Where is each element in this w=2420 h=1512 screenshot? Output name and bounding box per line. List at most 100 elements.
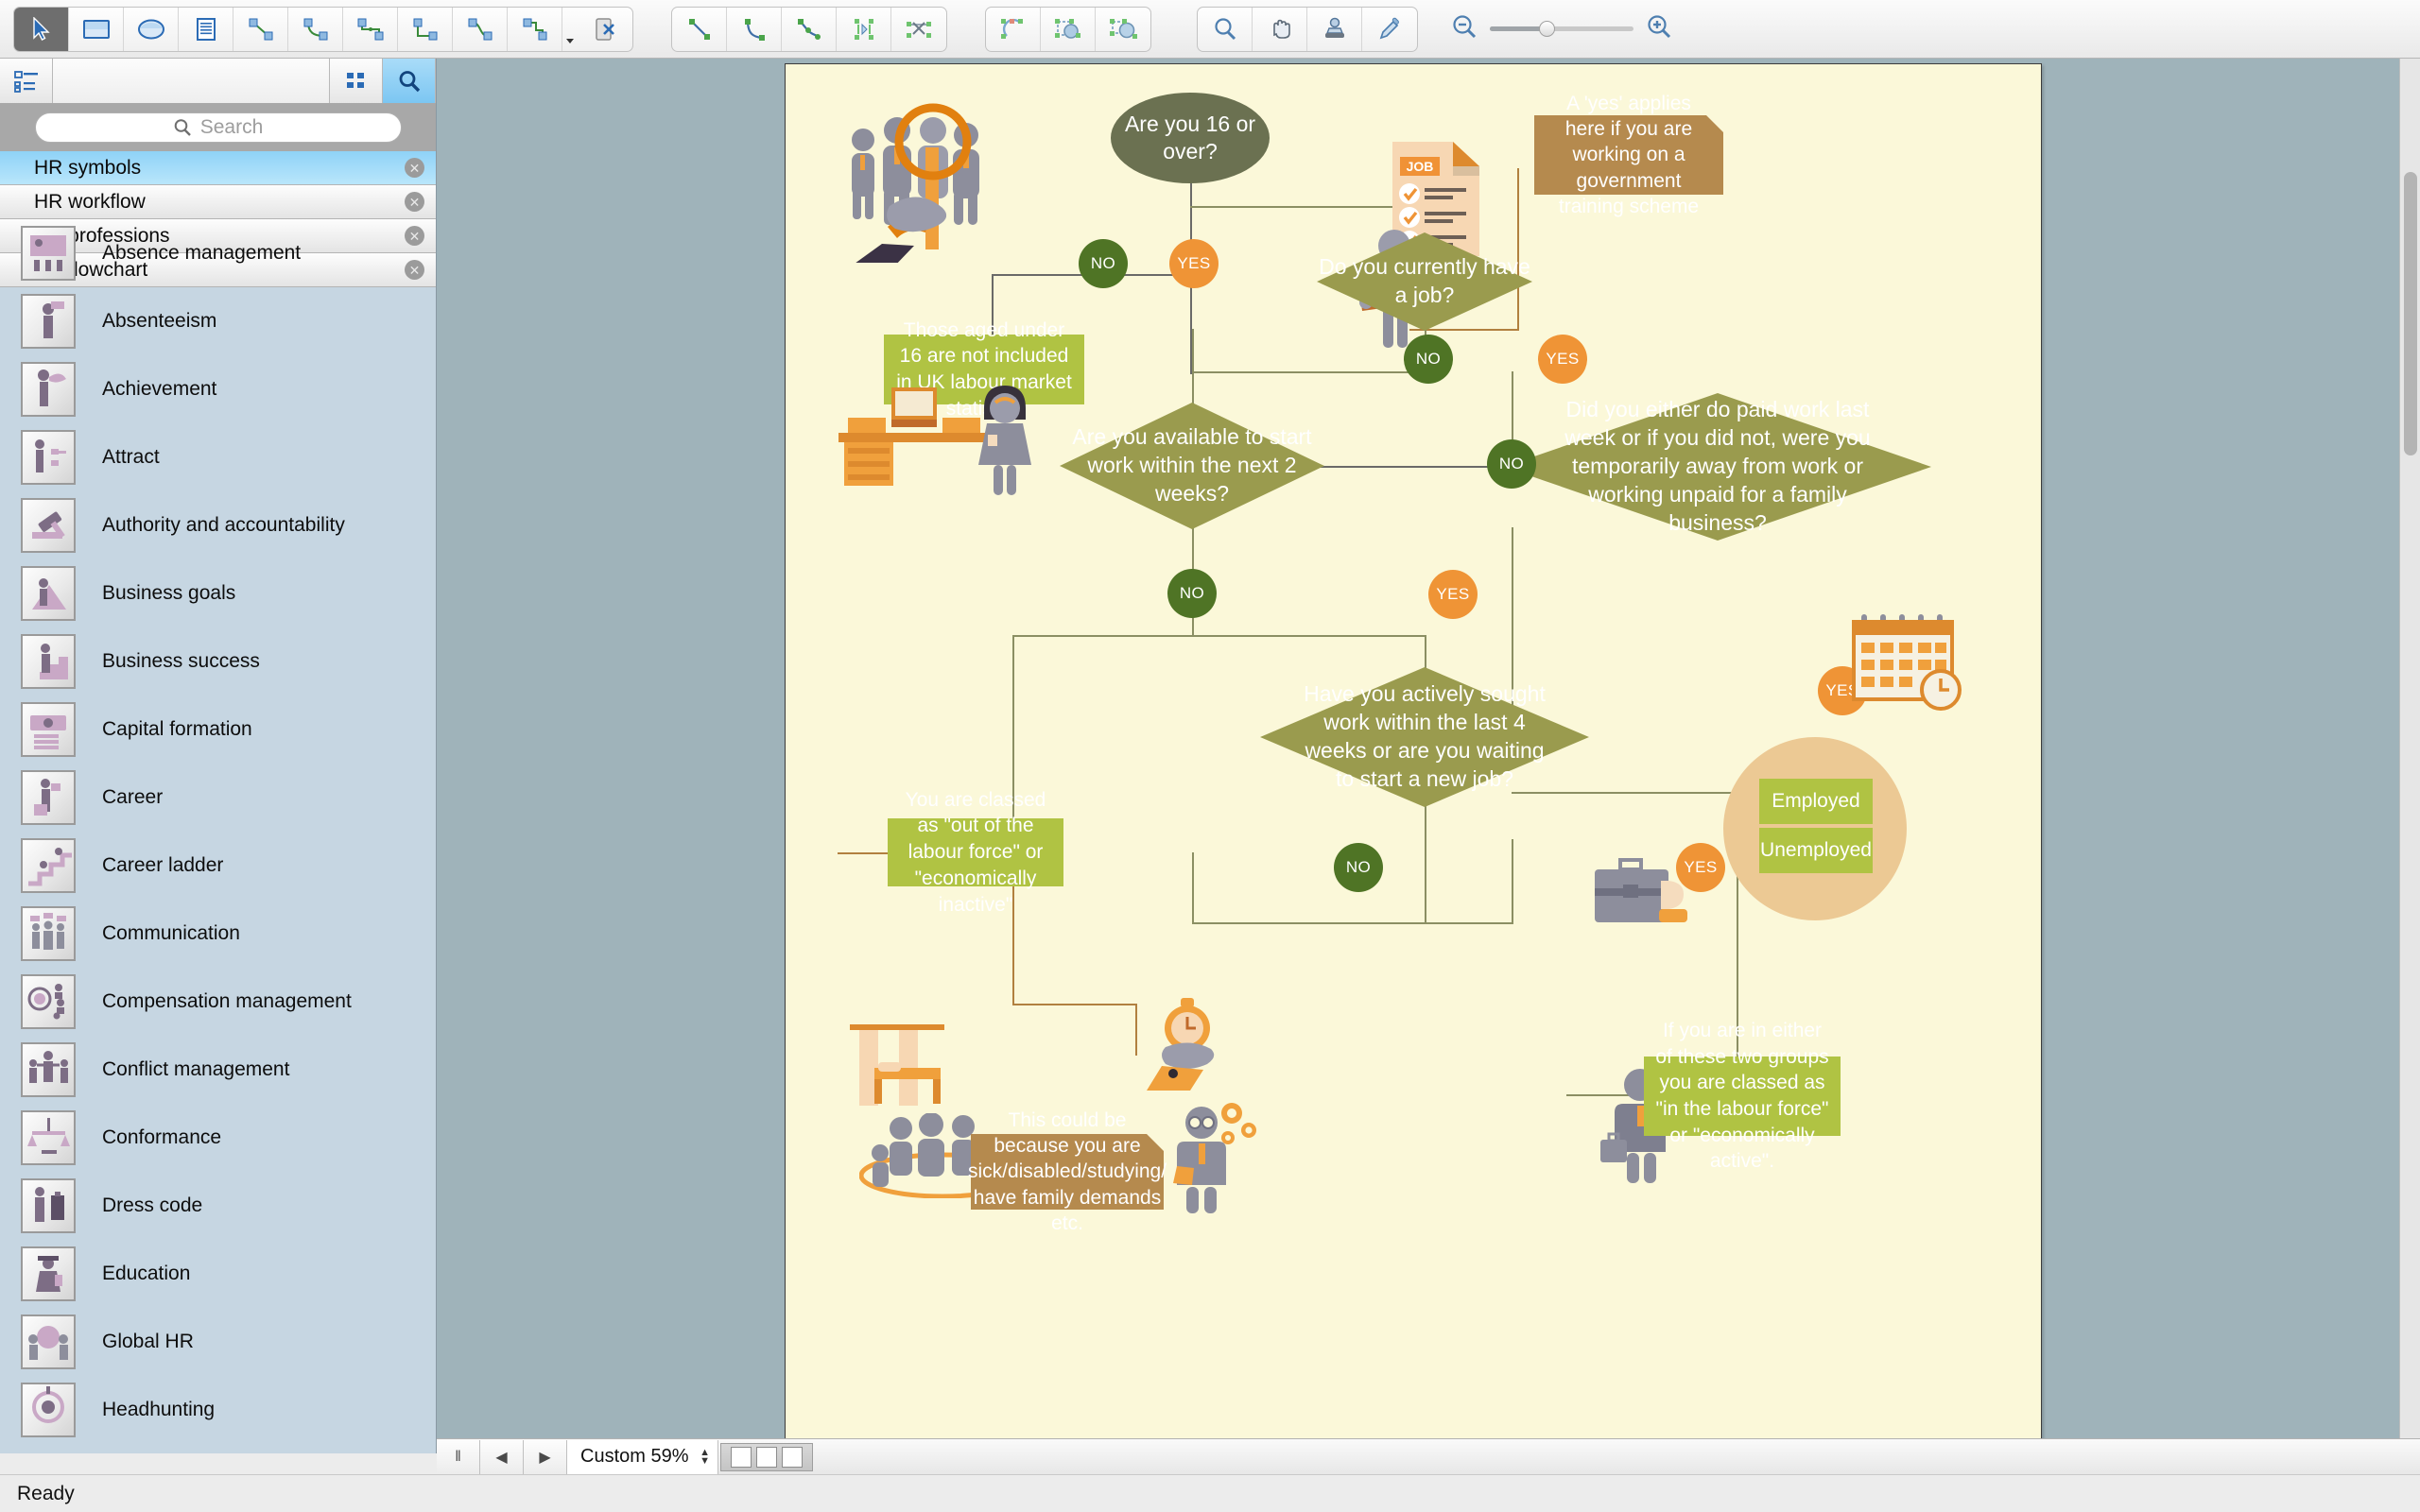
- arc-button[interactable]: [727, 7, 782, 51]
- education-icon[interactable]: [21, 1246, 76, 1301]
- grid-view-icon[interactable]: [330, 59, 383, 103]
- conformance-icon[interactable]: [21, 1110, 76, 1165]
- ellipse-tool-button[interactable]: [124, 7, 179, 51]
- decision-available-2-weeks[interactable]: Are you available to start work within t…: [1060, 403, 1324, 529]
- right-angle-connector-button[interactable]: [398, 7, 453, 51]
- stencil-item[interactable]: Education: [0, 1240, 436, 1308]
- result-employed[interactable]: Employed: [1759, 779, 1873, 824]
- next-page-button[interactable]: ▶: [524, 1439, 567, 1474]
- canvas-area[interactable]: Are you 16 or over? NO YES JOB A 'yes' a…: [437, 59, 2420, 1453]
- rectangle-tool-button[interactable]: [69, 7, 124, 51]
- view-mode-3[interactable]: [782, 1446, 803, 1468]
- dress-code-icon[interactable]: [21, 1178, 76, 1233]
- business-goals-icon[interactable]: [21, 566, 76, 621]
- stencil-item[interactable]: Dress code: [0, 1172, 436, 1240]
- stencil-item[interactable]: Business goals: [0, 559, 436, 627]
- pause-button[interactable]: ‖: [437, 1439, 480, 1474]
- diagram-page[interactable]: Are you 16 or over? NO YES JOB A 'yes' a…: [785, 63, 2042, 1452]
- result-unemployed[interactable]: Unemployed: [1759, 828, 1873, 873]
- zoom-level-stepper[interactable]: Custom 59% ▲ ▼: [567, 1439, 718, 1474]
- stencil-item-label: Conformance: [102, 1126, 222, 1148]
- eyedropper-icon[interactable]: [1362, 8, 1417, 51]
- business-success-icon[interactable]: [21, 634, 76, 689]
- authority-icon[interactable]: [21, 498, 76, 553]
- bezier-connector-button[interactable]: [453, 7, 508, 51]
- decision-have-a-job[interactable]: Do you currently have a job?: [1317, 232, 1532, 331]
- absenteeism-icon[interactable]: [21, 294, 76, 349]
- search-view-icon[interactable]: [383, 59, 436, 103]
- tree-connector-button[interactable]: [343, 7, 398, 51]
- capital-formation-icon[interactable]: [21, 702, 76, 757]
- stamp-icon[interactable]: [1307, 7, 1362, 51]
- note-could-be-because[interactable]: This could be because you are sick/disab…: [968, 1109, 1167, 1234]
- zigzag-connector-button[interactable]: [508, 7, 562, 51]
- union-button[interactable]: [986, 7, 1041, 51]
- zoom-slider[interactable]: [1490, 21, 1634, 37]
- intersect-button[interactable]: [1096, 8, 1150, 51]
- decision-paid-work-last-week[interactable]: Did you either do paid work last week or…: [1504, 393, 1931, 541]
- zoom-in-icon[interactable]: [1645, 12, 1673, 45]
- career-icon[interactable]: [21, 770, 76, 825]
- search-input[interactable]: Search: [34, 112, 402, 143]
- subtract-button[interactable]: [1041, 7, 1096, 51]
- view-mode-1[interactable]: [731, 1446, 752, 1468]
- close-icon[interactable]: ✕: [405, 158, 424, 178]
- communication-icon[interactable]: [21, 906, 76, 961]
- stencil-item[interactable]: Absence management: [0, 219, 436, 287]
- stencil-item[interactable]: Communication: [0, 900, 436, 968]
- edge-label-no: NO: [1487, 439, 1536, 489]
- absence-management-icon[interactable]: [21, 226, 76, 281]
- conflict-icon[interactable]: [21, 1042, 76, 1097]
- stencil-item[interactable]: Absenteeism: [0, 287, 436, 355]
- note-government-training[interactable]: A 'yes' applies here if you are working …: [1534, 93, 1723, 217]
- sidebar-category-hr-workflow[interactable]: HR workflow ✕: [0, 185, 436, 219]
- mirror-button[interactable]: [837, 7, 891, 51]
- sidebar-category-hr-symbols[interactable]: HR symbols ✕: [0, 151, 436, 185]
- compensation-icon[interactable]: [21, 974, 76, 1029]
- canvas-vertical-scrollbar[interactable]: [2399, 59, 2420, 1453]
- straight-connector-button[interactable]: [233, 7, 288, 51]
- achievement-icon[interactable]: [21, 362, 76, 417]
- line-segment-button[interactable]: [672, 7, 727, 51]
- stencil-item[interactable]: Headhunting: [0, 1376, 436, 1444]
- view-mode-group[interactable]: [720, 1442, 813, 1471]
- stencil-item[interactable]: Achievement: [0, 355, 436, 423]
- attract-icon[interactable]: [21, 430, 76, 485]
- close-icon[interactable]: ✕: [405, 192, 424, 212]
- career-ladder-icon[interactable]: [21, 838, 76, 893]
- text-tool-button[interactable]: [179, 7, 233, 51]
- headhunting-icon[interactable]: [21, 1383, 76, 1437]
- stencil-item[interactable]: Conformance: [0, 1104, 436, 1172]
- global-hr-icon[interactable]: [21, 1314, 76, 1369]
- stepper-arrows-icon[interactable]: ▲ ▼: [700, 1447, 710, 1466]
- hand-icon[interactable]: [1253, 7, 1307, 51]
- stencil-item[interactable]: Authority and accountability: [0, 491, 436, 559]
- scrollbar-thumb[interactable]: [2404, 172, 2417, 455]
- stencil-item[interactable]: Business success: [0, 627, 436, 696]
- curved-connector-button[interactable]: [288, 7, 343, 51]
- stencil-item[interactable]: Compensation management: [0, 968, 436, 1036]
- view-mode-2[interactable]: [756, 1446, 777, 1468]
- tree-view-icon[interactable]: [0, 59, 53, 103]
- connector-dropdown-caret[interactable]: [562, 8, 578, 51]
- stencil-item[interactable]: Career ladder: [0, 832, 436, 900]
- stencil-list[interactable]: Absence management Absenteeism Achievement…: [0, 219, 436, 1453]
- decision-are-you-16[interactable]: Are you 16 or over?: [1111, 93, 1270, 183]
- delete-connector-button[interactable]: [578, 8, 632, 51]
- path-point-button[interactable]: [782, 7, 837, 51]
- stencil-item[interactable]: Capital formation: [0, 696, 436, 764]
- previous-page-button[interactable]: ◀: [480, 1439, 524, 1474]
- zoom-slider-knob[interactable]: [1539, 21, 1555, 37]
- magnifier-icon[interactable]: [1198, 7, 1253, 51]
- zoom-out-icon[interactable]: [1450, 12, 1478, 45]
- decision-actively-sought-work[interactable]: Have you actively sought work within the…: [1260, 667, 1589, 807]
- pointer-tool-button[interactable]: [14, 7, 69, 51]
- stencil-filter-field[interactable]: [53, 59, 330, 103]
- note-out-of-labour-force[interactable]: You are classed as "out of the labour fo…: [888, 789, 1063, 916]
- stencil-item[interactable]: Attract: [0, 423, 436, 491]
- stencil-item[interactable]: Global HR: [0, 1308, 436, 1376]
- note-in-labour-force[interactable]: If you are in either of these two groups…: [1644, 1020, 1841, 1172]
- stencil-item[interactable]: Conflict management: [0, 1036, 436, 1104]
- trim-button[interactable]: [891, 8, 946, 51]
- stencil-item[interactable]: Career: [0, 764, 436, 832]
